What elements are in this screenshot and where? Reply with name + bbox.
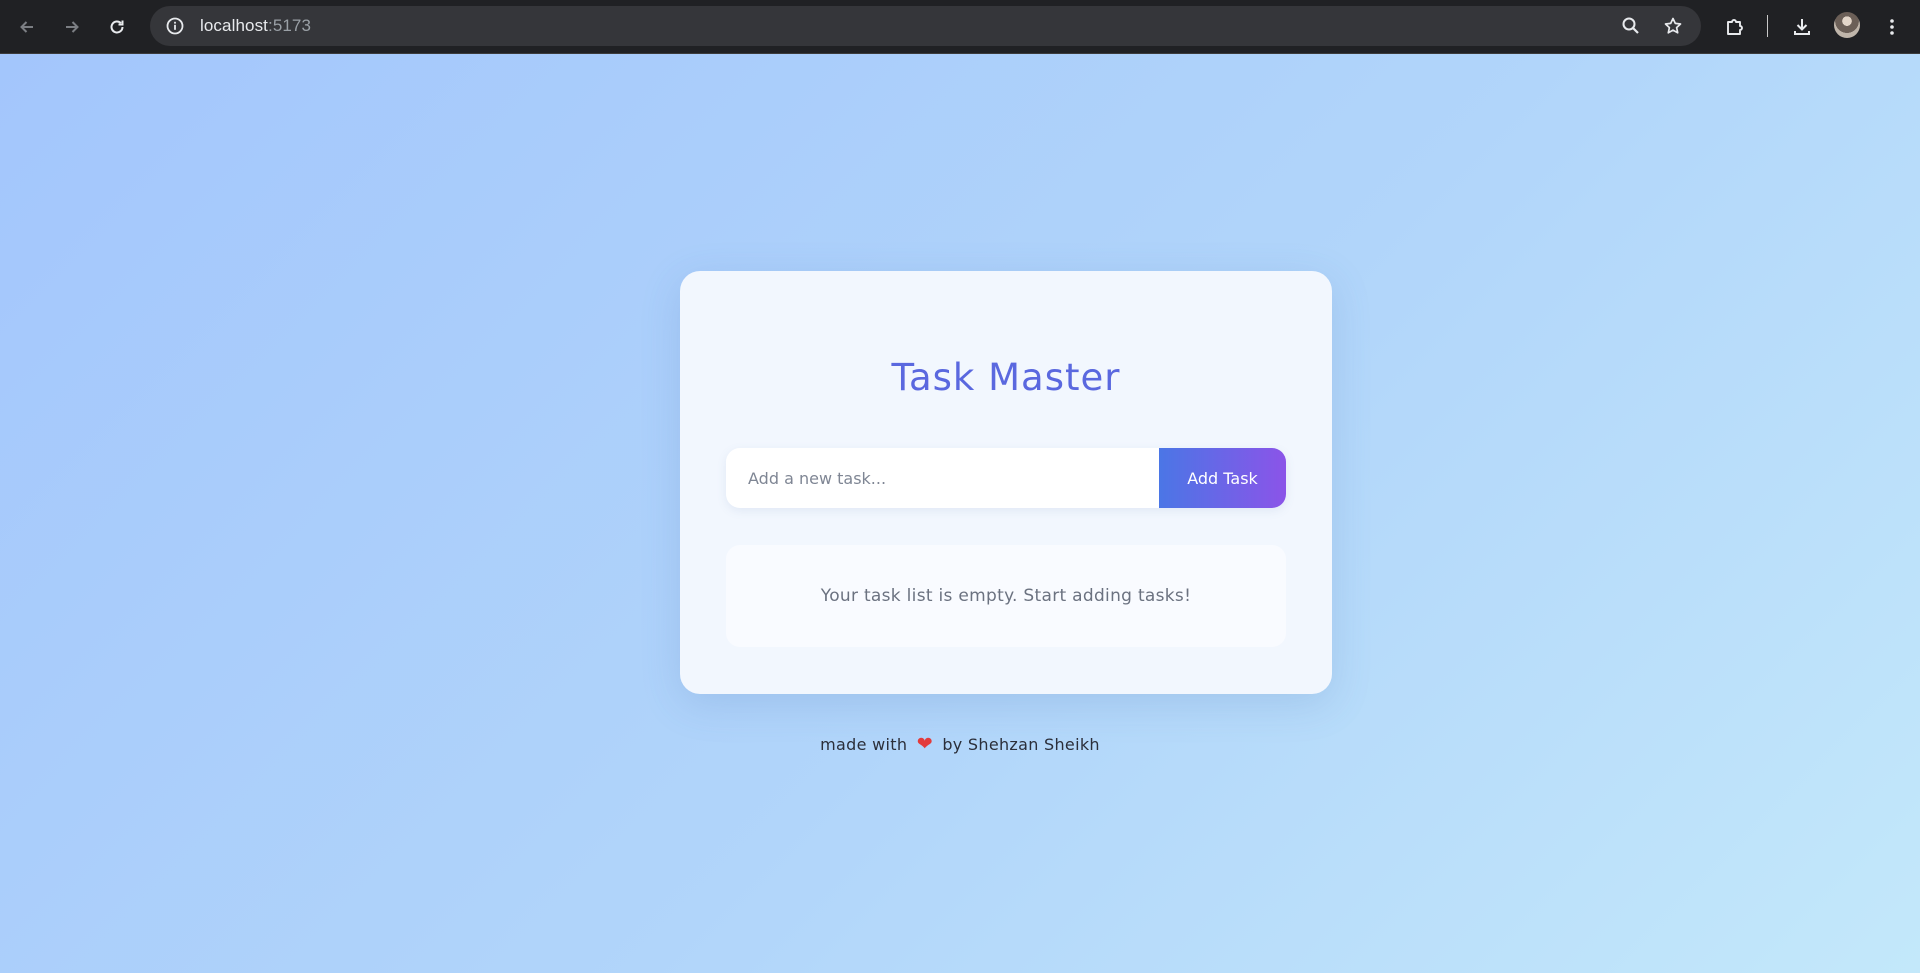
footer-credit: made with ❤ by Shehzan Sheikh (0, 733, 1920, 755)
toolbar-divider (1767, 15, 1768, 37)
task-list-empty-state: Your task list is empty. Start adding ta… (726, 545, 1286, 647)
empty-message: Your task list is empty. Start adding ta… (820, 586, 1192, 606)
back-button[interactable] (9, 9, 45, 45)
extensions-button[interactable] (1717, 9, 1753, 45)
add-task-button[interactable]: Add Task (1159, 448, 1286, 508)
magnifier-icon (1622, 17, 1639, 34)
browser-menu-button[interactable] (1874, 9, 1910, 45)
forward-button[interactable] (54, 9, 90, 45)
zoom-button[interactable] (1613, 8, 1649, 44)
download-icon (1794, 19, 1810, 35)
info-circle-icon (166, 17, 184, 35)
profile-avatar[interactable] (1834, 12, 1860, 38)
downloads-button[interactable] (1784, 9, 1820, 45)
bookmark-button[interactable] (1655, 8, 1691, 44)
address-bar[interactable]: localhost:5173 (150, 6, 1701, 46)
task-card: Task Master Add Task Your task list is e… (680, 271, 1332, 694)
page-background: Task Master Add Task Your task list is e… (0, 54, 1920, 973)
star-icon (1664, 17, 1682, 34)
puzzle-icon (1727, 19, 1743, 35)
add-task-form: Add Task (726, 448, 1286, 508)
site-info-button[interactable] (162, 13, 188, 39)
browser-toolbar: localhost:5173 (0, 0, 1920, 54)
arrow-right-icon (66, 21, 79, 33)
arrow-left-icon (20, 21, 33, 33)
url-text[interactable]: localhost:5173 (200, 16, 311, 36)
new-task-input[interactable] (726, 448, 1159, 508)
url-host: localhost (200, 16, 268, 35)
app-title: Task Master (891, 356, 1121, 399)
reload-icon (110, 20, 124, 34)
heart-icon: ❤ (916, 733, 933, 755)
reload-button[interactable] (99, 9, 135, 45)
footer-author: by Shehzan Sheikh (942, 735, 1100, 754)
footer-prefix: made with (820, 735, 908, 754)
kebab-menu-icon (1890, 19, 1894, 35)
url-port: :5173 (268, 16, 312, 35)
